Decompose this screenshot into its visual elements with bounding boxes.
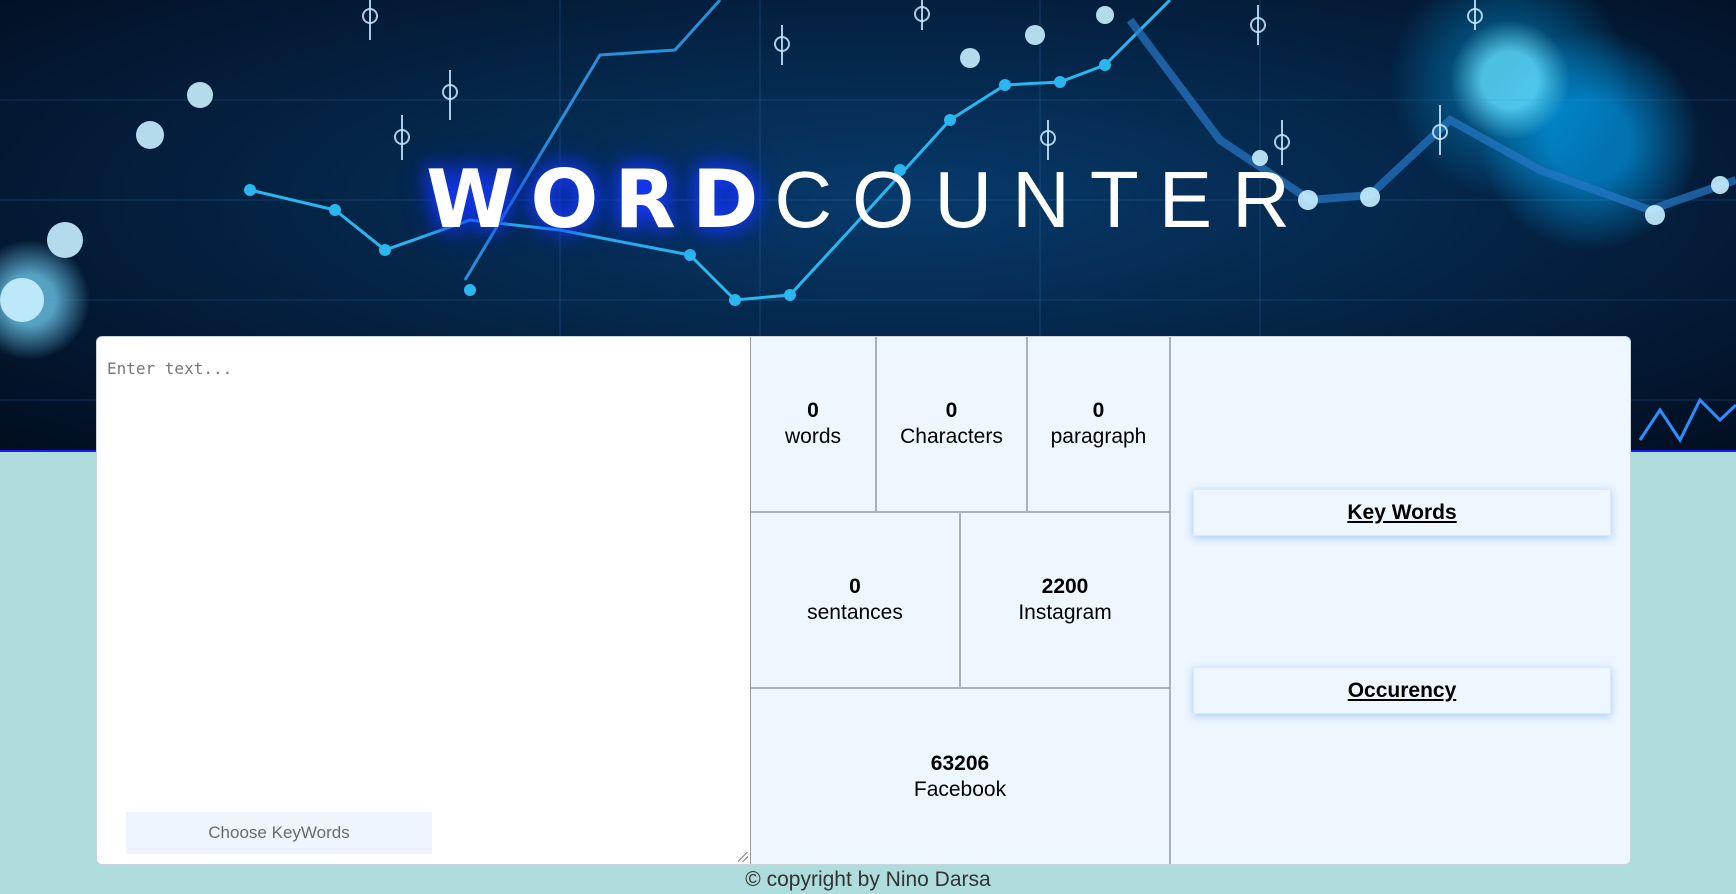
stat-sentances-label: sentances	[807, 601, 903, 624]
stat-sentances-value: 0	[849, 575, 861, 598]
stat-facebook-label: Facebook	[913, 777, 1007, 801]
stat-characters-value: 0	[945, 399, 958, 422]
stat-instagram-label: Instagram	[1018, 601, 1112, 624]
stat-instagram-value: 2200	[1041, 575, 1089, 598]
footer-copyright: © copyright by Nino Darsa	[745, 868, 991, 891]
stat-paragraph-label: paragraph	[1050, 425, 1147, 448]
key-words-button[interactable]: Key Words	[1193, 489, 1611, 536]
stats-grid: 0 words 0 Characters 0 paragraph 0 senta…	[751, 337, 1171, 864]
resize-handle-icon[interactable]	[738, 852, 748, 862]
stat-words: 0 words	[751, 337, 877, 513]
stat-paragraph: 0 paragraph	[1028, 337, 1171, 513]
stat-sentances: 0 sentances	[751, 513, 961, 689]
choose-keywords-button[interactable]: Choose KeyWords	[126, 812, 432, 854]
main-panel: Enter text... Choose KeyWords 0 words 0 …	[96, 336, 1631, 865]
title-word: WORD	[426, 153, 775, 246]
stat-characters-label: Characters	[900, 425, 1003, 448]
stat-instagram: 2200 Instagram	[961, 513, 1171, 689]
side-panel: Key Words Occurency	[1172, 337, 1630, 864]
stat-words-label: words	[784, 425, 842, 448]
stat-characters: 0 Characters	[877, 337, 1028, 513]
page-title: WORDCOUNTER	[0, 160, 1736, 240]
occurency-button[interactable]: Occurency	[1193, 667, 1611, 714]
text-input-placeholder: Enter text...	[107, 359, 233, 378]
title-counter: COUNTER	[774, 155, 1310, 244]
stat-paragraph-value: 0	[1092, 399, 1105, 422]
stat-facebook-value: 63206	[930, 751, 990, 775]
stat-words-value: 0	[807, 399, 819, 422]
stat-facebook: 63206 Facebook	[751, 689, 1171, 864]
text-input[interactable]: Enter text... Choose KeyWords	[97, 337, 751, 864]
